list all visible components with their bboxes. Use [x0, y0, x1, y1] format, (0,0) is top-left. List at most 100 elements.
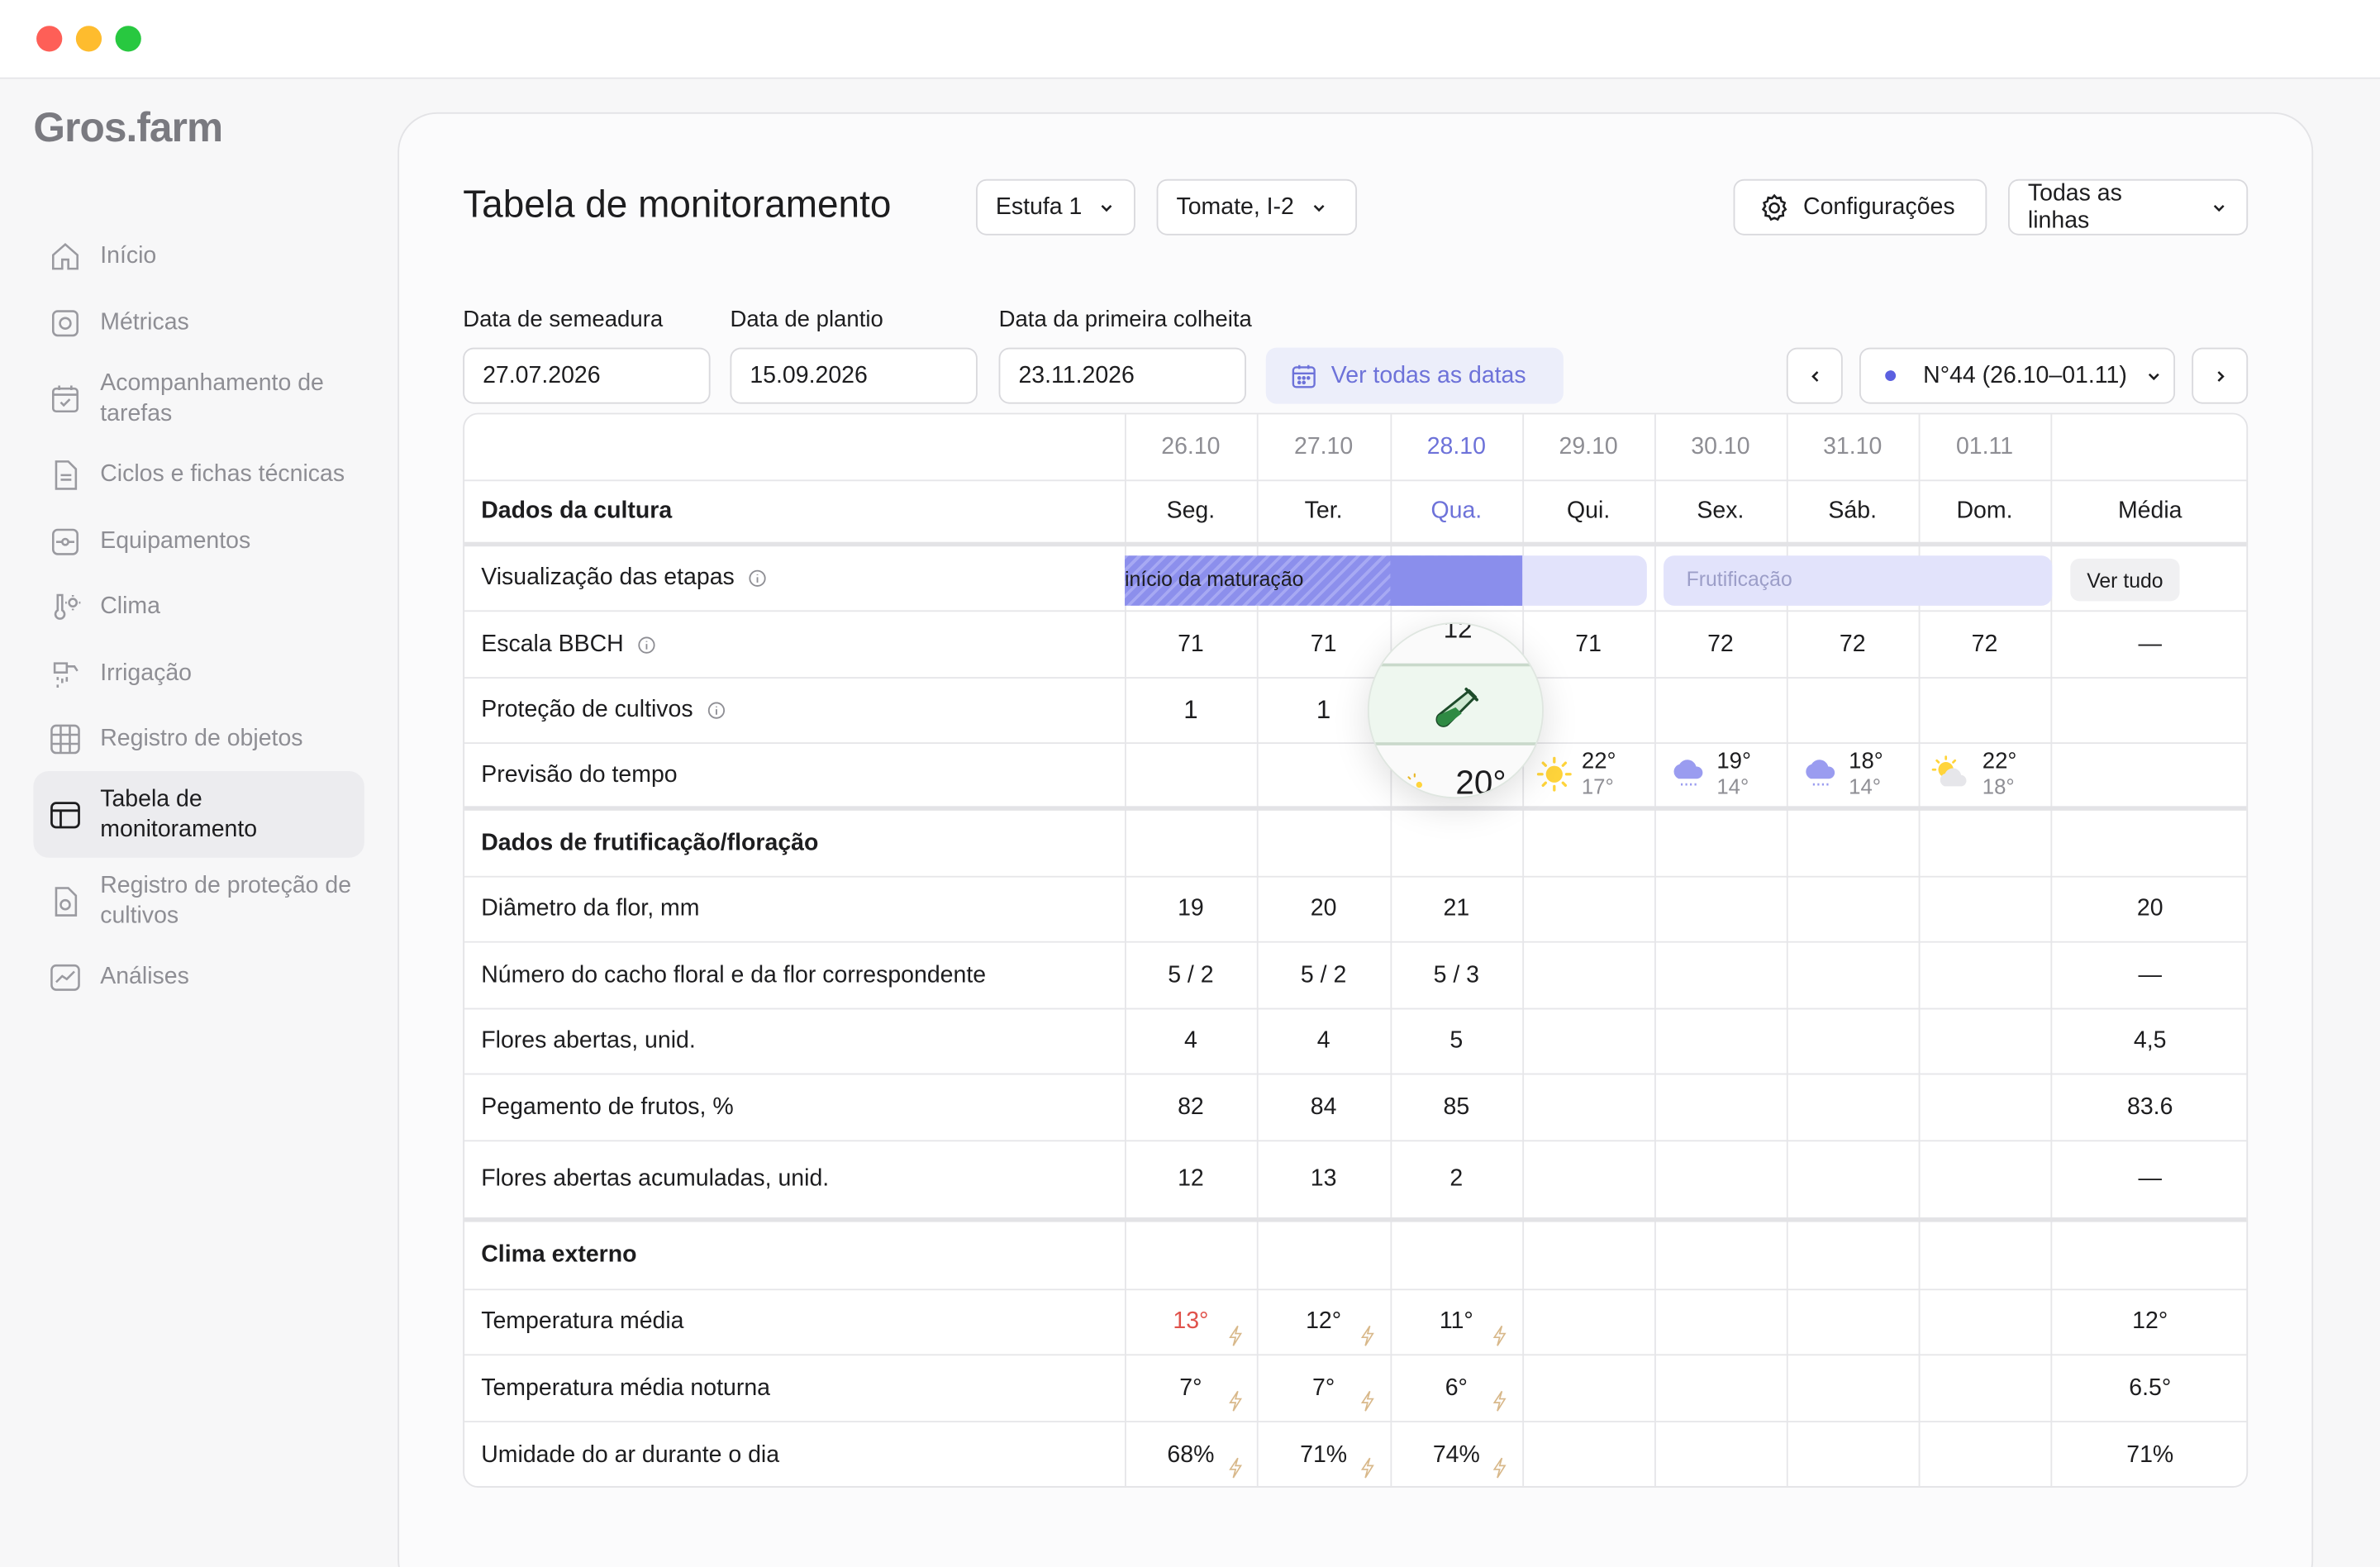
protection-row-label: Proteção de cultivos	[481, 679, 725, 742]
table-cell[interactable]: 84	[1257, 1074, 1391, 1140]
protection-doc-icon	[55, 887, 78, 917]
date-header[interactable]: 26.10	[1125, 414, 1257, 479]
sidebar-item-inicio[interactable]: Início	[33, 238, 364, 274]
date-header[interactable]: 27.10	[1257, 414, 1391, 479]
chevron-down-icon	[2149, 372, 2160, 380]
sidebar-item-tabela-monitoramento[interactable]: Tabela de monitoramento	[33, 771, 364, 858]
stage-bar-fruiting[interactable]: Frutificação	[1664, 555, 2053, 606]
table-cell[interactable]: 12	[1125, 1141, 1257, 1217]
brand-logo[interactable]: Gros.farm	[33, 105, 223, 152]
week-select[interactable]: N°44 (26.10–01.11)	[1859, 347, 2176, 404]
week-select-value: N°44 (26.10–01.11)	[1923, 362, 2127, 388]
partly-cloudy-icon	[1931, 755, 1967, 787]
home-icon	[51, 243, 79, 270]
date-header[interactable]: 30.10	[1654, 414, 1787, 479]
row-label: Flores abertas, unid.	[481, 1027, 696, 1054]
gear-icon	[1761, 193, 1787, 221]
table-cell[interactable]: 71	[1125, 612, 1257, 677]
table-cell[interactable]: 4	[1257, 1009, 1391, 1073]
average-cell: 83.6	[2127, 1093, 2173, 1120]
planting-date-input[interactable]: 15.09.2026	[730, 347, 978, 404]
test-tube-icon[interactable]	[1430, 684, 1481, 736]
table-cell[interactable]: 72	[1787, 612, 1919, 677]
lightning-icon	[1492, 1390, 1507, 1412]
sidebar-item-label: Ciclos e fichas técnicas	[100, 461, 345, 488]
weather-forecast: 19° 14°	[1668, 749, 1751, 798]
sidebar-item-ciclos[interactable]: Ciclos e fichas técnicas	[33, 457, 364, 493]
sidebar: Gros.farm Início Métricas Acompanhamento…	[0, 80, 397, 1566]
table-cell[interactable]: 4	[1125, 1009, 1257, 1073]
chart-line-icon	[50, 964, 80, 991]
row-label: Número do cacho floral e da flor corresp…	[481, 961, 987, 988]
row-label: Diâmetro da flor, mm	[481, 895, 700, 922]
date-header[interactable]: 31.10	[1787, 414, 1919, 479]
table-cell[interactable]: 85	[1390, 1074, 1522, 1140]
prev-week-button[interactable]	[1786, 347, 1843, 404]
average-cell: —	[2138, 631, 2162, 657]
page-title: Tabela de monitoramento	[463, 183, 892, 226]
sidebar-item-irrigacao[interactable]: Irrigação	[33, 655, 364, 692]
table-cell[interactable]: 19	[1125, 878, 1257, 941]
date-header[interactable]: 29.10	[1522, 414, 1654, 479]
current-week-dot	[1885, 370, 1897, 382]
sidebar-item-label: Análises	[100, 964, 189, 990]
sidebar-item-registro-objetos[interactable]: Registro de objetos	[33, 721, 364, 757]
close-window-button[interactable]	[36, 26, 63, 52]
maximize-window-button[interactable]	[115, 26, 141, 52]
average-header: Média	[2117, 497, 2182, 523]
info-icon[interactable]	[707, 702, 725, 720]
table-cell[interactable]: 20	[1257, 878, 1391, 941]
table-cell[interactable]: 2	[1390, 1141, 1522, 1217]
sidebar-item-equipamentos[interactable]: Equipamentos	[33, 524, 364, 560]
lightning-icon	[1492, 1325, 1507, 1346]
day-header: Seg.	[1166, 497, 1216, 523]
sidebar-item-clima[interactable]: Clima	[33, 589, 364, 626]
metrics-icon	[51, 310, 79, 337]
table-cell[interactable]: 21	[1390, 878, 1522, 941]
table-cell[interactable]: 72	[1654, 612, 1787, 677]
table-cell[interactable]: 5	[1390, 1009, 1522, 1073]
stage-bar-future[interactable]	[1522, 555, 1647, 606]
row-divider	[464, 1217, 2247, 1222]
sidebar-item-registro-protecao[interactable]: Registro de proteção de cultivos	[33, 871, 364, 931]
table-cell[interactable]: 13	[1257, 1141, 1391, 1217]
date-header[interactable]: 01.11	[1919, 414, 2051, 479]
chevron-left-icon	[1811, 370, 1818, 382]
greenhouse-select[interactable]: Estufa 1	[976, 179, 1135, 236]
harvest-date-input[interactable]: 23.11.2026	[998, 347, 1246, 404]
table-cell[interactable]: 5 / 2	[1257, 943, 1391, 1008]
magnifier-bottom-band: 20°	[1368, 742, 1543, 798]
table-cell[interactable]: 5 / 2	[1125, 943, 1257, 1008]
sidebar-item-acompanhamento[interactable]: Acompanhamento de tarefas	[33, 369, 364, 429]
all-dates-button[interactable]: Ver todas as datas	[1265, 347, 1564, 404]
info-icon[interactable]	[748, 569, 766, 588]
stage-bar-current[interactable]	[1390, 555, 1523, 606]
lines-select[interactable]: Todas as linhas	[2007, 179, 2249, 236]
monitoring-table: 26.10 27.10 28.10 29.10 30.10 31.10 01.1…	[463, 412, 2249, 1488]
next-week-button[interactable]	[2192, 347, 2249, 404]
sowing-date-input[interactable]: 27.07.2026	[463, 347, 711, 404]
table-cell[interactable]: 5 / 3	[1390, 943, 1522, 1008]
average-cell: 71%	[2126, 1441, 2174, 1468]
crop-select[interactable]: Tomate, I-2	[1156, 179, 1358, 236]
info-icon[interactable]	[637, 636, 655, 654]
average-cell: —	[2138, 961, 2162, 988]
weather-partial-icon	[1406, 773, 1423, 788]
see-all-button[interactable]: Ver tudo	[2070, 558, 2180, 602]
calendar-icon	[1292, 364, 1316, 388]
sidebar-item-label: Início	[100, 242, 157, 269]
date-header-current[interactable]: 28.10	[1390, 414, 1522, 479]
sidebar-item-analises[interactable]: Análises	[33, 960, 364, 996]
table-cell[interactable]: 1	[1125, 679, 1257, 742]
table-cell[interactable]: 71	[1522, 612, 1654, 677]
settings-button[interactable]: Configurações	[1733, 179, 1987, 236]
stage-ripening-label: início da maturação	[1125, 567, 1304, 591]
table-cell[interactable]: 72	[1919, 612, 2051, 677]
grid-icon	[50, 724, 80, 755]
harvest-date-label: Data da primeira colheita	[998, 307, 1252, 333]
sidebar-item-label: Irrigação	[100, 660, 193, 687]
table-cell[interactable]: 82	[1125, 1074, 1257, 1140]
minimize-window-button[interactable]	[75, 26, 102, 52]
sidebar-item-label: Acompanhamento de tarefas	[100, 370, 324, 427]
sidebar-item-metricas[interactable]: Métricas	[33, 305, 364, 341]
